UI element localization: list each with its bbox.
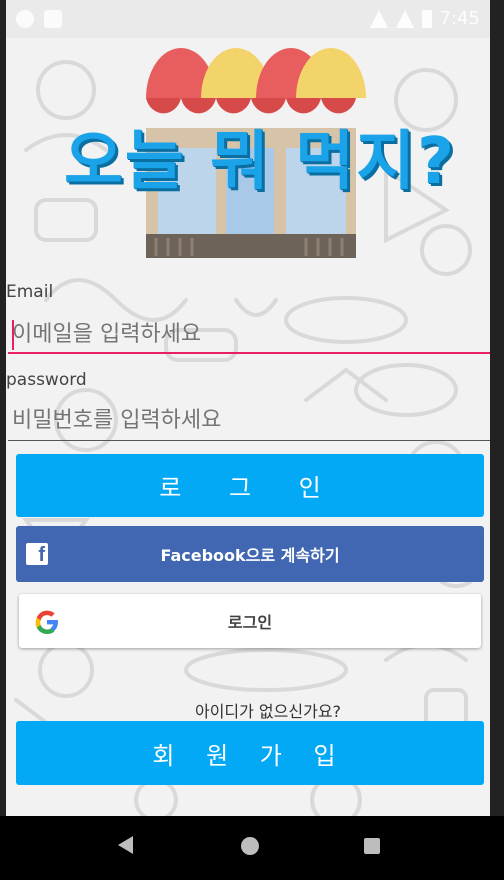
facebook-login-button[interactable]: f Facebook으로 계속하기 <box>16 526 484 582</box>
signup-button-label: 회 원 가 입 <box>152 741 348 770</box>
login-button-label: 로 그 인 <box>159 474 341 502</box>
sim-card-icon <box>44 10 62 28</box>
text-cursor <box>12 320 14 350</box>
facebook-button-label: Facebook으로 계속하기 <box>160 546 340 565</box>
device-frame-right <box>490 0 504 816</box>
facebook-f-icon: f <box>26 543 48 566</box>
status-bar: 7:45 <box>6 0 490 38</box>
email-label: Email <box>6 282 54 302</box>
recents-square-icon[interactable] <box>364 838 380 854</box>
google-g-icon <box>35 610 58 634</box>
signal-icon <box>395 9 414 28</box>
battery-icon <box>421 9 432 28</box>
no-account-prompt: 아이디가 없으신가요? <box>6 698 490 722</box>
status-left-icons <box>16 10 62 28</box>
email-focus-line <box>8 352 490 354</box>
google-login-button[interactable]: 로그인 <box>19 594 481 648</box>
home-circle-icon[interactable] <box>241 837 259 855</box>
app-title: 오늘 뭐 먹지? <box>64 125 457 199</box>
email-field[interactable] <box>8 314 490 356</box>
app-screen: 7:45 오늘 뭐 먹지? Email password 로 그 인 f Fac… <box>6 0 490 816</box>
status-right-icons: 7:45 <box>369 8 480 29</box>
password-label: password <box>6 370 87 390</box>
back-triangle-icon[interactable] <box>118 836 133 854</box>
status-time: 7:45 <box>439 8 480 29</box>
login-button[interactable]: 로 그 인 <box>16 454 484 517</box>
signup-button[interactable]: 회 원 가 입 <box>16 721 484 785</box>
no-account-text: 아이디가 없으신가요? <box>194 702 342 721</box>
google-button-label: 로그인 <box>227 613 273 632</box>
password-underline <box>8 440 490 441</box>
password-field[interactable] <box>8 400 490 442</box>
wifi-icon <box>369 9 388 28</box>
sync-icon <box>16 10 34 28</box>
